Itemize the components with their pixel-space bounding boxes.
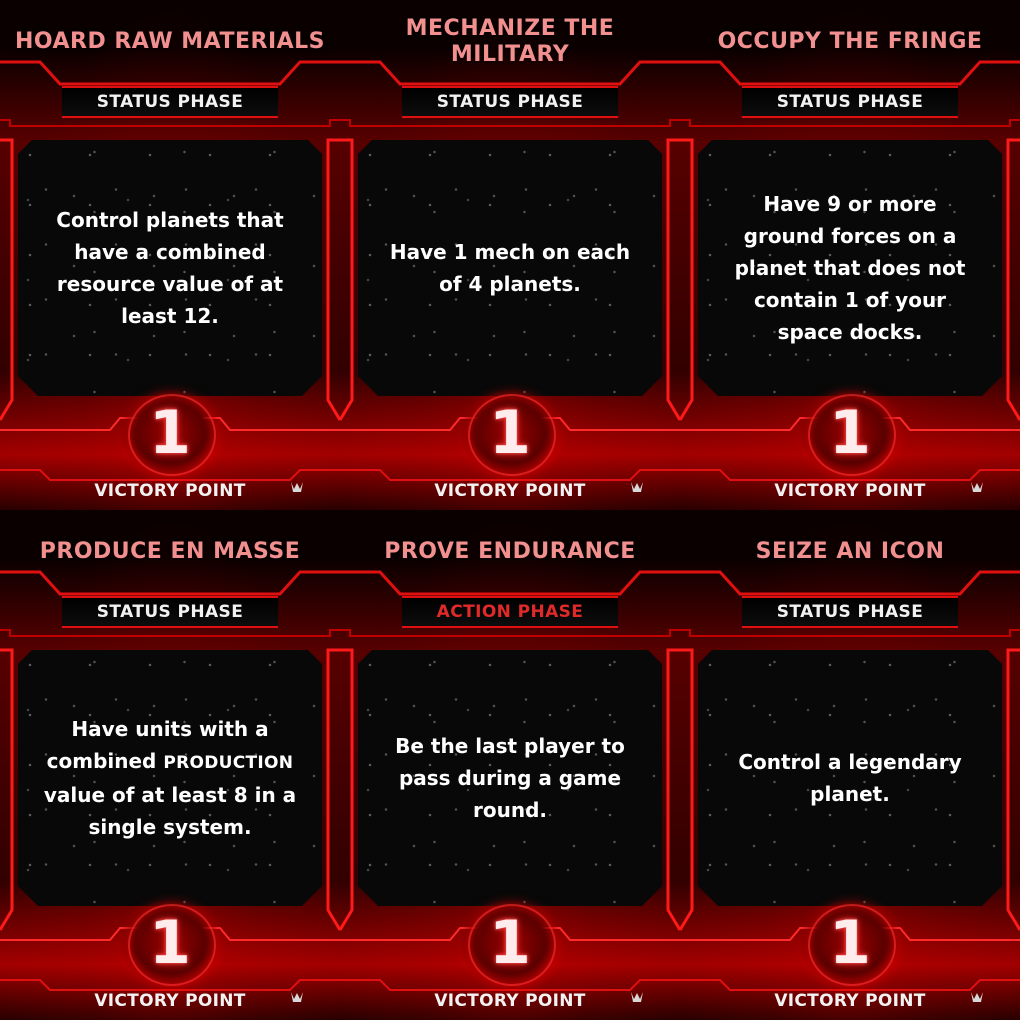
phase-label: STATUS PHASE — [742, 596, 958, 628]
victory-point-value: 1 — [149, 908, 191, 978]
victory-point-value: 1 — [829, 398, 871, 468]
card-title: PROVE ENDURANCE — [384, 539, 636, 564]
phase-label: STATUS PHASE — [62, 596, 278, 628]
objective-text: Control a legendary planet. — [738, 750, 962, 806]
objective-card[interactable]: OCCUPY THE FRINGE STATUS PHASE Have 9 or… — [680, 0, 1020, 510]
card-title: OCCUPY THE FRINGE — [717, 29, 983, 54]
objective-card[interactable]: HOARD RAW MATERIALS STATUS PHASE Control… — [0, 0, 340, 510]
victory-point-label: VICTORY POINT — [774, 481, 926, 501]
objective-card[interactable]: SEIZE AN ICON STATUS PHASE Control a leg… — [680, 510, 1020, 1020]
victory-point-value: 1 — [489, 908, 531, 978]
objective-card-grid: HOARD RAW MATERIALS STATUS PHASE Control… — [0, 0, 1020, 1020]
prophecy-of-kings-icon — [291, 482, 303, 492]
victory-point-value: 1 — [829, 908, 871, 978]
victory-point-label: VICTORY POINT — [434, 991, 586, 1011]
objective-text: Have 1 mech on each of 4 planets. — [389, 240, 631, 296]
objective-text-panel: Have units with a combined PRODUCTION va… — [18, 650, 322, 906]
card-title: SEIZE AN ICON — [755, 539, 945, 564]
card-title: PRODUCE EN MASSE — [39, 539, 301, 564]
objective-text-panel: Control planets that have a combined res… — [18, 140, 322, 396]
victory-point-value: 1 — [149, 398, 191, 468]
phase-label: ACTION PHASE — [402, 596, 618, 628]
victory-point-label: VICTORY POINT — [94, 991, 246, 1011]
victory-point-emblem: 1 — [800, 390, 900, 476]
prophecy-of-kings-icon — [631, 482, 643, 492]
victory-point-emblem: 1 — [460, 900, 560, 986]
phase-label: STATUS PHASE — [742, 86, 958, 118]
prophecy-of-kings-icon — [971, 482, 983, 492]
objective-text-panel: Have 1 mech on each of 4 planets. — [358, 140, 662, 396]
objective-text-panel: Be the last player to pass during a game… — [358, 650, 662, 906]
objective-text: Be the last player to pass during a game… — [395, 734, 625, 822]
objective-text: Have 9 or more ground forces on a planet… — [734, 192, 966, 344]
objective-card[interactable]: PRODUCE EN MASSE STATUS PHASE Have units… — [0, 510, 340, 1020]
victory-point-emblem: 1 — [120, 900, 220, 986]
prophecy-of-kings-icon — [971, 992, 983, 1002]
phase-label: STATUS PHASE — [402, 86, 618, 118]
victory-point-emblem: 1 — [120, 390, 220, 476]
objective-text: Have units with a combined PRODUCTION va… — [40, 713, 300, 843]
victory-point-value: 1 — [489, 398, 531, 468]
victory-point-label: VICTORY POINT — [94, 481, 246, 501]
card-title: MECHANIZE THE MILITARY — [405, 16, 615, 67]
objective-text-panel: Control a legendary planet. — [698, 650, 1002, 906]
victory-point-emblem: 1 — [800, 900, 900, 986]
victory-point-label: VICTORY POINT — [774, 991, 926, 1011]
victory-point-emblem: 1 — [460, 390, 560, 476]
prophecy-of-kings-icon — [631, 992, 643, 1002]
card-title: HOARD RAW MATERIALS — [14, 29, 326, 54]
phase-label: STATUS PHASE — [62, 86, 278, 118]
objective-text: Control planets that have a combined res… — [56, 208, 284, 328]
objective-text-part: value of at least 8 in a single system. — [43, 783, 297, 839]
objective-text-panel: Have 9 or more ground forces on a planet… — [698, 140, 1002, 396]
objective-card[interactable]: PROVE ENDURANCE ACTION PHASE Be the last… — [340, 510, 680, 1020]
prophecy-of-kings-icon — [291, 992, 303, 1002]
victory-point-label: VICTORY POINT — [434, 481, 586, 501]
objective-card[interactable]: MECHANIZE THE MILITARY STATUS PHASE Have… — [340, 0, 680, 510]
production-keyword: PRODUCTION — [163, 753, 294, 773]
